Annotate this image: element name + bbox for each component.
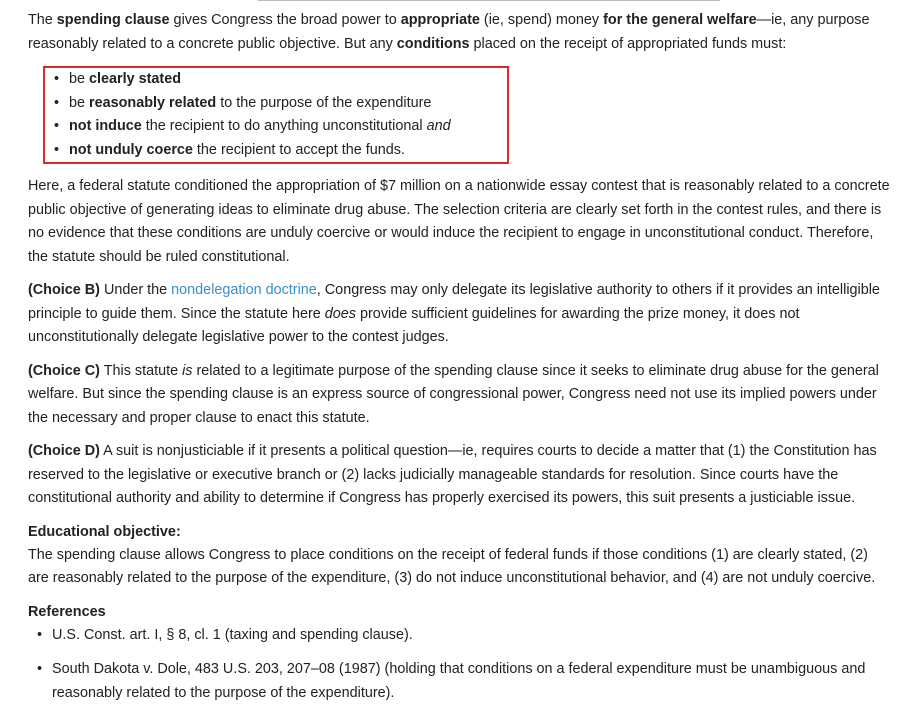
choice-b-paragraph: (Choice B) Under the nondelegation doctr… bbox=[28, 282, 880, 345]
intro-paragraph: The spending clause gives Congress the b… bbox=[28, 12, 870, 52]
reference-item: South Dakota v. Dole, 483 U.S. 203, 207–… bbox=[28, 658, 890, 705]
condition-item: be clearly stated bbox=[54, 68, 507, 92]
conditions-list: be clearly stated be reasonably related … bbox=[54, 68, 507, 162]
condition-item: be reasonably related to the purpose of … bbox=[54, 92, 507, 116]
choice-b-label: (Choice B) bbox=[28, 282, 100, 298]
choice-c-label: (Choice C) bbox=[28, 362, 100, 379]
analysis-paragraph: Here, a federal statute conditioned the … bbox=[28, 178, 890, 265]
condition-item: not induce the recipient to do anything … bbox=[54, 115, 507, 139]
educational-objective-text: The spending clause allows Congress to p… bbox=[28, 546, 876, 587]
condition-item: not unduly coerce the recipient to accep… bbox=[54, 139, 507, 163]
top-divider bbox=[258, 0, 720, 1]
reference-item: U.S. Const. art. I, § 8, cl. 1 (taxing a… bbox=[28, 624, 890, 648]
conditions-box: be clearly stated be reasonably related … bbox=[43, 66, 509, 164]
choice-c-paragraph: (Choice C) This statute is related to a … bbox=[28, 362, 879, 426]
references-heading: References bbox=[28, 603, 106, 620]
nondelegation-doctrine-link[interactable]: nondelegation doctrine bbox=[171, 282, 317, 298]
explanation-content: The spending clause gives Congress the b… bbox=[28, 9, 890, 705]
references-list: U.S. Const. art. I, § 8, cl. 1 (taxing a… bbox=[28, 624, 890, 706]
choice-d-paragraph: (Choice D) A suit is nonjusticiable if i… bbox=[28, 443, 877, 506]
educational-objective-heading: Educational objective: bbox=[28, 523, 181, 540]
choice-d-label: (Choice D) bbox=[28, 443, 100, 459]
